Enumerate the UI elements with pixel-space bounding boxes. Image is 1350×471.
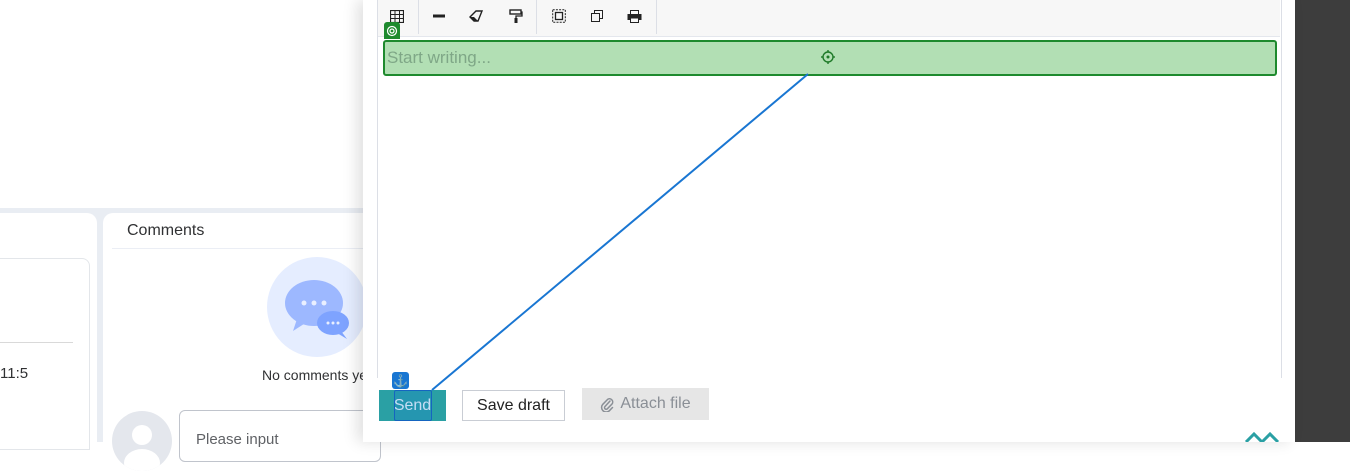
comment-input[interactable]: Please input xyxy=(179,410,381,462)
avatar xyxy=(112,411,172,471)
format-painter-icon[interactable] xyxy=(505,6,527,26)
anchor-icon: ⚓ xyxy=(392,372,409,389)
corner-logo-icon xyxy=(1244,431,1280,442)
empty-comments-illustration xyxy=(267,257,367,357)
no-comments-text: No comments ye xyxy=(262,367,368,383)
toolbar-separator xyxy=(536,0,537,34)
copy-icon[interactable] xyxy=(586,6,608,26)
left-inner-card xyxy=(0,258,90,450)
attach-file-button[interactable]: Attach file xyxy=(582,388,709,420)
divider xyxy=(112,248,372,249)
paperclip-icon xyxy=(601,398,614,412)
attach-file-label: Attach file xyxy=(620,395,691,412)
comment-input-placeholder: Please input xyxy=(196,431,279,448)
select-all-icon[interactable] xyxy=(548,6,570,26)
timestamp: 11:5 xyxy=(0,365,29,382)
overlay-backdrop xyxy=(1295,0,1350,442)
editor-toolbar xyxy=(378,0,1280,37)
user-icon xyxy=(124,425,160,471)
horizontal-rule-icon[interactable] xyxy=(428,6,450,26)
editor-placeholder: Start writing... xyxy=(387,48,491,67)
save-draft-button[interactable]: Save draft xyxy=(462,390,565,421)
crosshair-icon xyxy=(821,50,835,64)
print-icon[interactable] xyxy=(623,6,645,26)
eraser-icon[interactable] xyxy=(466,6,488,26)
divider xyxy=(0,342,73,343)
toolbar-separator xyxy=(418,0,419,34)
chat-bubble-icon xyxy=(285,280,349,339)
comments-title: Comments xyxy=(127,222,205,239)
target-marker-icon xyxy=(384,22,400,39)
toolbar-separator xyxy=(656,0,657,34)
drag-source-highlight xyxy=(394,390,432,421)
